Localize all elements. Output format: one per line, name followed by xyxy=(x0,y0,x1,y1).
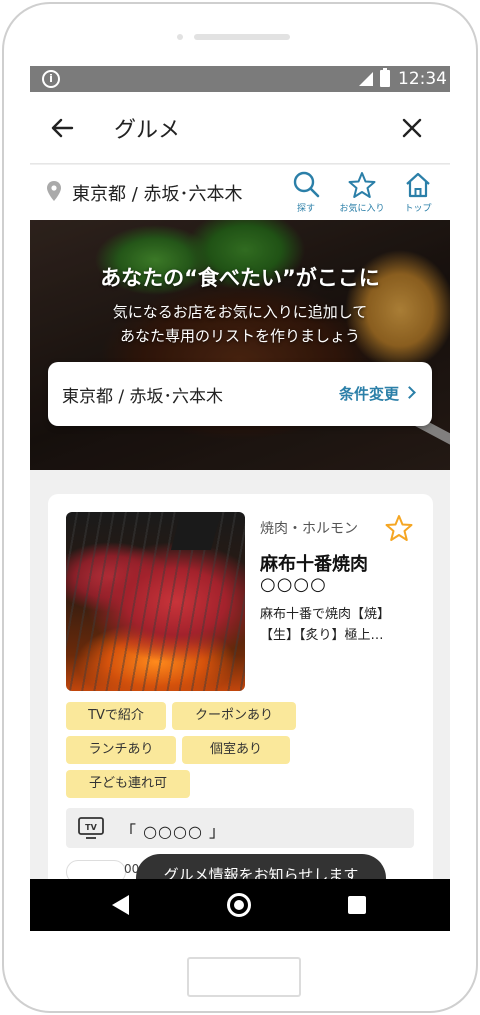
phone-speaker xyxy=(194,34,290,40)
tag-lunch: ランチあり xyxy=(66,736,176,764)
tag-kids-ok: 子ども連れ可 xyxy=(66,770,190,798)
page-title: グルメ xyxy=(114,118,181,143)
search-condition-location: 東京都 / 赤坂･六本木 xyxy=(62,387,224,407)
android-navigation-bar xyxy=(30,879,450,931)
system-recents-icon[interactable] xyxy=(348,896,366,914)
restaurant-name[interactable]: 麻布十番焼肉 xyxy=(260,550,368,576)
app-screen: i 12:34 グルメ 東京都 / 赤坂･六本木 探す お気に入り トップ あな… xyxy=(30,66,450,931)
nav-favorites-button[interactable]: お気に入り xyxy=(334,171,390,217)
tv-icon: TV xyxy=(78,817,104,839)
tag-private-room: 個室あり xyxy=(182,736,290,764)
hero-subtitle: 気になるお店をお気に入りに追加して あなた専用のリストを作りましょう xyxy=(30,300,450,348)
search-icon xyxy=(293,171,320,198)
nav-favorites-label: お気に入り xyxy=(339,204,385,214)
restaurant-name-sub: ○○○○ xyxy=(260,574,327,595)
nav-search-label: 探す xyxy=(296,204,315,214)
battery-icon xyxy=(380,68,390,87)
location-label[interactable]: 東京都 / 赤坂･六本木 xyxy=(72,180,243,206)
hero-title: あなたの“食べたい”がここに xyxy=(100,266,380,290)
restaurant-description-line1: 麻布十番で焼肉【焼】 xyxy=(260,607,391,622)
tv-feature-box[interactable]: TV 「 ○○○○ 」 xyxy=(66,808,414,848)
hero-subtitle-line1: 気になるお店をお気に入りに追加して xyxy=(112,303,368,321)
tag-coupon: クーポンあり xyxy=(172,702,296,730)
system-home-icon[interactable] xyxy=(227,893,251,917)
favorite-star-icon[interactable] xyxy=(385,514,413,542)
status-bar: i 12:34 xyxy=(30,66,450,92)
restaurant-category: 焼肉・ホルモン xyxy=(260,521,358,537)
location-bar: 東京都 / 赤坂･六本木 探す お気に入り トップ xyxy=(30,165,450,220)
change-condition-link[interactable]: 条件変更 xyxy=(338,383,416,404)
grill-texture xyxy=(66,512,245,691)
tv-program-name: 「 ○○○○ 」 xyxy=(120,822,227,841)
system-back-icon[interactable] xyxy=(112,895,129,915)
change-condition-label: 条件変更 xyxy=(338,385,399,403)
close-icon[interactable] xyxy=(402,118,422,138)
tag-tv: TVで紹介 xyxy=(66,702,166,730)
restaurant-description-line2: 【生】【炙り】極上… xyxy=(260,628,384,643)
home-icon xyxy=(406,172,430,198)
search-condition-card[interactable]: 東京都 / 赤坂･六本木 条件変更 xyxy=(48,362,432,426)
phone-home-button[interactable] xyxy=(187,957,301,997)
star-icon xyxy=(348,172,376,198)
info-icon: i xyxy=(42,70,60,88)
location-pin-icon xyxy=(47,181,61,201)
restaurant-description: 麻布十番で焼肉【焼】 【生】【炙り】極上… xyxy=(260,604,420,646)
nav-top-button[interactable]: トップ xyxy=(390,171,446,217)
chevron-right-icon xyxy=(403,386,416,399)
restaurant-card[interactable]: 焼肉・ホルモン 麻布十番焼肉 ○○○○ 麻布十番で焼肉【焼】 【生】【炙り】極上… xyxy=(48,494,433,914)
hero-subtitle-line2: あなた専用のリストを作りましょう xyxy=(119,327,360,345)
nav-search-button[interactable]: 探す xyxy=(278,171,334,217)
arrow-left-icon[interactable] xyxy=(50,116,74,140)
restaurant-photo[interactable] xyxy=(66,512,245,691)
app-bar: グルメ xyxy=(30,92,450,164)
nav-top-label: トップ xyxy=(404,204,432,214)
phone-camera xyxy=(177,34,183,40)
status-time: 12:34 xyxy=(398,69,447,89)
results-list: 焼肉・ホルモン 麻布十番焼肉 ○○○○ 麻布十番で焼肉【焼】 【生】【炙り】極上… xyxy=(30,470,450,914)
svg-text:TV: TV xyxy=(85,823,97,832)
signal-icon xyxy=(359,72,373,86)
hero-banner: あなたの“食べたい”がここに 気になるお店をお気に入りに追加して あなた専用のリ… xyxy=(30,220,450,470)
